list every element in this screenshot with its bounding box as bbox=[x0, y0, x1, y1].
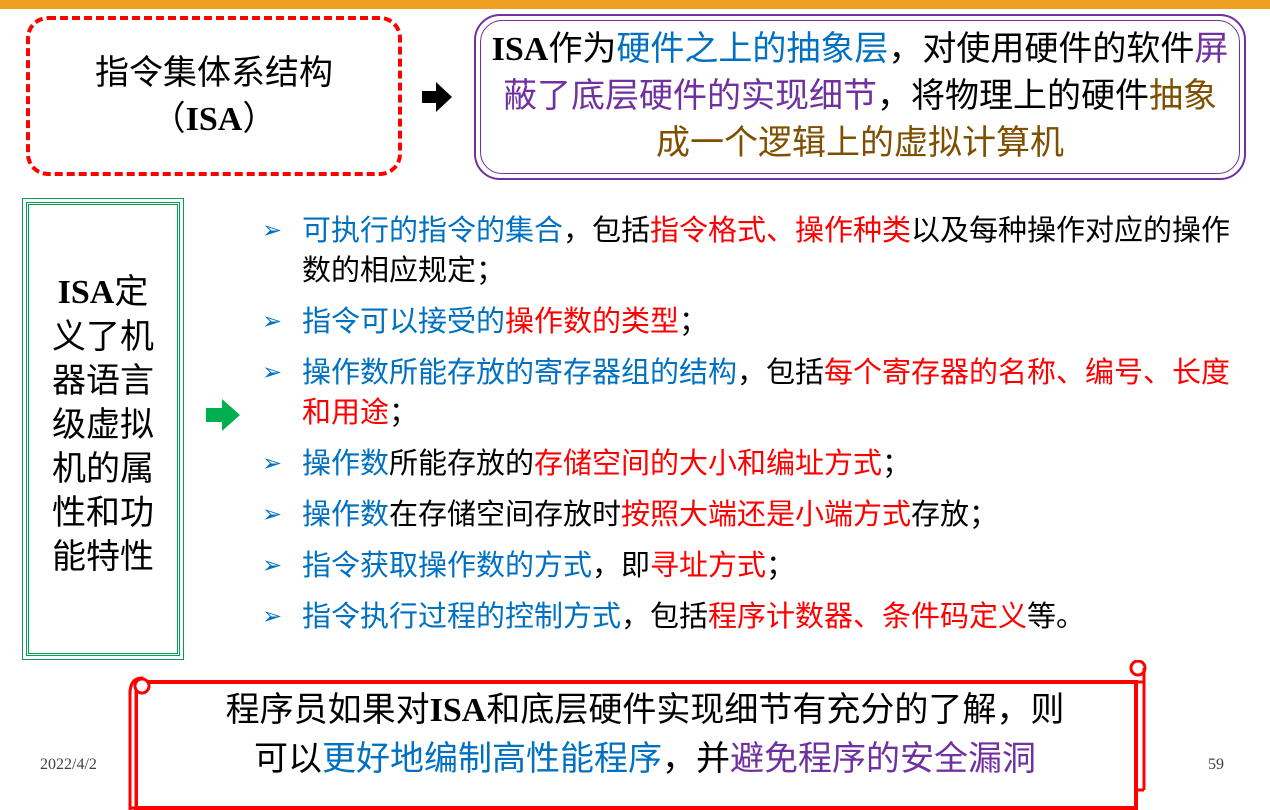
bullet-highlight: 按照大端还是小端方式 bbox=[621, 497, 912, 531]
bullet-highlight: 指令格式、操作种类 bbox=[650, 213, 912, 247]
scroll-highlight-security: 避免程序的安全漏洞 bbox=[730, 739, 1036, 779]
scroll-line1: 程序员如果对ISA和底层硬件实现细节有充分的了解，则 bbox=[170, 686, 1120, 735]
side-line: 性和功 bbox=[52, 493, 154, 533]
bullet-arrow-icon: ➢ bbox=[262, 216, 283, 244]
bullet-text: 在存储空间存放时 bbox=[389, 497, 622, 531]
slide-page-number: 59 bbox=[1208, 756, 1224, 773]
desc-isa: ISA bbox=[491, 31, 549, 68]
side-text: 定 bbox=[114, 272, 149, 312]
bullet-key: 操作数 bbox=[302, 446, 390, 480]
desc-highlight-virtual: 抽象成一个逻辑上的虚拟计算机 bbox=[656, 76, 1217, 163]
side-line: 级虚拟 bbox=[52, 405, 154, 445]
paren-open: （ bbox=[151, 98, 186, 139]
paren-close: ） bbox=[242, 98, 277, 139]
desc-text: 作为 bbox=[548, 29, 617, 69]
isa-definition-side-text: ISA定 义了机 器语言 级虚拟 机的属 性和功 能特性 bbox=[32, 270, 174, 579]
scroll-banner-text: 程序员如果对ISA和底层硬件实现细节有充分的了解，则 可以更好地编制高性能程序，… bbox=[170, 686, 1120, 783]
bullet-key: 可执行的指令的集合 bbox=[302, 213, 564, 247]
isa-title-box: 指令集体系结构 （ISA） bbox=[26, 16, 402, 176]
bullet-arrow-icon: ➢ bbox=[262, 358, 283, 386]
isa-title-line1: 指令集体系结构 bbox=[95, 52, 333, 93]
bullet-key: 指令获取操作数的方式 bbox=[302, 548, 593, 582]
side-line: 机的属 bbox=[52, 449, 154, 489]
bullet-key: 操作数 bbox=[302, 497, 390, 531]
top-accent-bar bbox=[0, 0, 1270, 9]
list-item: ➢ 操作数所能存放的存储空间的大小和编址方式； bbox=[262, 443, 1252, 483]
bullet-arrow-icon: ➢ bbox=[262, 307, 283, 335]
bullet-key: 操作数所能存放的寄存器组的结构 bbox=[302, 355, 738, 389]
bullet-text: 存放； bbox=[911, 497, 999, 531]
side-line: 器语言 bbox=[52, 361, 154, 401]
side-line: 能特性 bbox=[52, 537, 154, 577]
bullet-highlight: 操作数的类型 bbox=[505, 304, 680, 338]
scroll-text: 可以 bbox=[254, 739, 322, 779]
desc-text: ，将物理上的硬件 bbox=[877, 76, 1149, 116]
desc-highlight-abstraction: 硬件之上的抽象层 bbox=[616, 29, 889, 69]
bullet-highlight: 寻址方式 bbox=[650, 548, 767, 582]
scroll-isa: ISA bbox=[429, 692, 487, 729]
bullet-text: ； bbox=[882, 446, 912, 480]
bullet-arrow-icon: ➢ bbox=[262, 602, 283, 630]
bullet-highlight: 存储空间的大小和编址方式 bbox=[534, 446, 883, 480]
bullet-text: ，包括 bbox=[563, 213, 651, 247]
bullet-text: ； bbox=[389, 395, 419, 429]
bullet-text: ，包括 bbox=[621, 599, 709, 633]
bullet-key: 指令可以接受的 bbox=[302, 304, 506, 338]
bullet-text: 所能存放的 bbox=[389, 446, 535, 480]
bullet-highlight: 程序计数器、条件码定义 bbox=[708, 599, 1028, 633]
desc-highlight-shield: 屏蔽了底层硬件的实现细节 bbox=[503, 29, 1229, 116]
scroll-text: 程序员如果对 bbox=[225, 690, 430, 730]
side-line: ISA定 bbox=[32, 270, 174, 315]
list-item: ➢ 指令执行过程的控制方式，包括程序计数器、条件码定义等。 bbox=[262, 596, 1252, 636]
scroll-text: 和底层硬件实现细节有充分的了解，则 bbox=[486, 690, 1065, 730]
bullet-text: ，即 bbox=[592, 548, 651, 582]
bullet-text: ； bbox=[766, 548, 796, 582]
isa-attribute-list: ➢ 可执行的指令的集合，包括指令格式、操作种类以及每种操作对应的操作数的相应规定… bbox=[262, 210, 1252, 647]
bullet-arrow-icon: ➢ bbox=[262, 500, 283, 528]
green-right-arrow-icon bbox=[206, 399, 240, 431]
side-isa: ISA bbox=[57, 274, 115, 311]
desc-text: ，对使用硬件的软件 bbox=[888, 29, 1195, 69]
slide-date: 2022/4/2 bbox=[40, 756, 97, 773]
bullet-text: 等。 bbox=[1027, 599, 1086, 633]
side-line: 义了机 bbox=[52, 317, 154, 357]
right-arrow-icon bbox=[422, 82, 452, 112]
bullet-arrow-icon: ➢ bbox=[262, 449, 283, 477]
scroll-text: ，并 bbox=[662, 739, 730, 779]
isa-abbrev: ISA bbox=[185, 100, 243, 138]
list-item: ➢ 指令获取操作数的方式，即寻址方式； bbox=[262, 545, 1252, 585]
bullet-key: 指令执行过程的控制方式 bbox=[302, 599, 622, 633]
list-item: ➢ 可执行的指令的集合，包括指令格式、操作种类以及每种操作对应的操作数的相应规定… bbox=[262, 210, 1252, 290]
isa-description-box: ISA作为硬件之上的抽象层，对使用硬件的软件屏蔽了底层硬件的实现细节，将物理上的… bbox=[474, 14, 1246, 180]
bullet-arrow-icon: ➢ bbox=[262, 551, 283, 579]
bullet-text: ； bbox=[679, 304, 709, 338]
list-item: ➢ 操作数所能存放的寄存器组的结构，包括每个寄存器的名称、编号、长度和用途； bbox=[262, 352, 1252, 432]
isa-title-line2: （ISA） bbox=[152, 96, 277, 143]
list-item: ➢ 操作数在存储空间存放时按照大端还是小端方式存放； bbox=[262, 494, 1252, 534]
bullet-text: ，包括 bbox=[737, 355, 825, 389]
scroll-highlight-performance: 更好地编制高性能程序 bbox=[322, 739, 662, 779]
list-item: ➢ 指令可以接受的操作数的类型； bbox=[262, 301, 1252, 341]
scroll-line2: 可以更好地编制高性能程序，并避免程序的安全漏洞 bbox=[170, 735, 1120, 783]
